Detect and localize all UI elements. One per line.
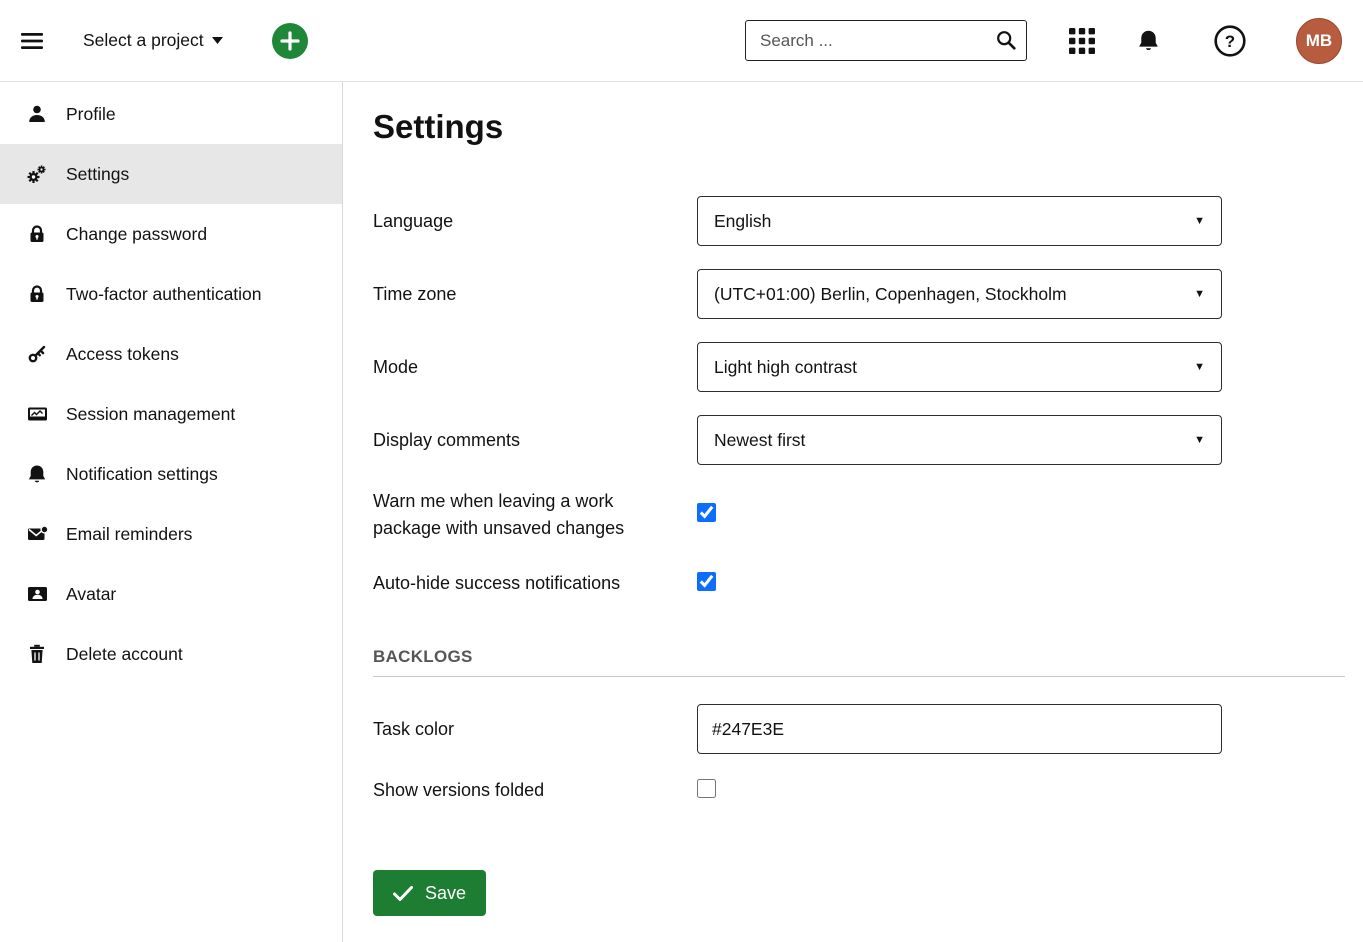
project-selector[interactable]: Select a project — [83, 30, 223, 51]
language-label: Language — [373, 208, 697, 235]
task-color-label: Task color — [373, 716, 697, 743]
sidebar-item-access-tokens[interactable]: Access tokens — [0, 324, 342, 384]
sidebar-item-profile[interactable]: Profile — [0, 84, 342, 144]
email-icon — [25, 524, 49, 544]
sidebar-item-label: Email reminders — [66, 524, 192, 545]
sidebar-item-change-password[interactable]: Change password — [0, 204, 342, 264]
warn-unsaved-checkbox[interactable] — [697, 503, 716, 522]
save-button-label: Save — [425, 883, 466, 904]
task-color-row: Task color — [373, 704, 1345, 754]
sidebar-item-two-factor-authentication[interactable]: Two-factor authentication — [0, 264, 342, 324]
mode-select-value: Light high contrast — [714, 357, 857, 378]
chevron-down-icon: ▼ — [1194, 288, 1205, 300]
sidebar-item-label: Avatar — [66, 584, 116, 605]
timezone-row: Time zone (UTC+01:00) Berlin, Copenhagen… — [373, 269, 1345, 319]
question-icon: ? — [1214, 25, 1246, 57]
display-comments-select-value: Newest first — [714, 430, 805, 451]
language-select[interactable]: English ▼ — [697, 196, 1222, 246]
sidebar-item-label: Two-factor authentication — [66, 284, 262, 305]
project-selector-label: Select a project — [83, 30, 204, 51]
search-icon[interactable] — [996, 30, 1016, 50]
hamburger-icon — [21, 32, 43, 50]
mode-label: Mode — [373, 354, 697, 381]
sidebar-item-label: Change password — [66, 224, 207, 245]
mode-row: Mode Light high contrast ▼ — [373, 342, 1345, 392]
display-comments-select[interactable]: Newest first ▼ — [697, 415, 1222, 465]
user-avatar[interactable]: MB — [1296, 18, 1342, 64]
sidebar-item-delete-account[interactable]: Delete account — [0, 624, 342, 684]
mode-select[interactable]: Light high contrast ▼ — [697, 342, 1222, 392]
warn-unsaved-label: Warn me when leaving a work package with… — [373, 488, 697, 542]
content-layout: Profile — [0, 82, 1363, 942]
bell-icon — [1137, 29, 1160, 53]
page-title: Settings — [373, 108, 1345, 146]
chevron-down-icon — [212, 37, 223, 44]
apps-grid-button[interactable] — [1069, 28, 1095, 54]
user-icon — [25, 104, 49, 124]
save-button[interactable]: Save — [373, 870, 486, 916]
language-row: Language English ▼ — [373, 196, 1345, 246]
task-color-input[interactable] — [697, 704, 1222, 754]
sidebar-item-session-management[interactable]: Session management — [0, 384, 342, 444]
show-versions-folded-label: Show versions folded — [373, 777, 697, 804]
sidebar-item-avatar[interactable]: Avatar — [0, 564, 342, 624]
backlogs-heading: BACKLOGS — [373, 647, 1345, 667]
trash-icon — [25, 644, 49, 664]
svg-text:?: ? — [1225, 32, 1235, 51]
notifications-button[interactable] — [1137, 29, 1160, 53]
topbar: Select a project — [0, 0, 1363, 82]
add-button[interactable] — [271, 22, 309, 60]
account-sidebar: Profile — [0, 82, 343, 942]
bell-icon — [25, 464, 49, 485]
sidebar-item-label: Delete account — [66, 644, 183, 665]
chevron-down-icon: ▼ — [1194, 434, 1205, 446]
autohide-success-label: Auto-hide success notifications — [373, 570, 697, 597]
autohide-success-row: Auto-hide success notifications — [373, 570, 1345, 597]
help-button[interactable]: ? — [1214, 25, 1246, 57]
sidebar-item-label: Notification settings — [66, 464, 218, 485]
menu-button[interactable] — [21, 32, 43, 50]
image-icon — [25, 584, 49, 604]
sidebar-item-label: Access tokens — [66, 344, 179, 365]
language-select-value: English — [714, 211, 771, 232]
warn-unsaved-row: Warn me when leaving a work package with… — [373, 488, 1345, 542]
show-versions-folded-checkbox[interactable] — [697, 779, 716, 798]
sidebar-item-label: Session management — [66, 404, 235, 425]
sidebar-item-notification-settings[interactable]: Notification settings — [0, 444, 342, 504]
backlogs-divider — [373, 676, 1345, 677]
two-factor-lock-icon — [25, 284, 49, 304]
search-input[interactable] — [745, 20, 1027, 61]
display-comments-row: Display comments Newest first ▼ — [373, 415, 1345, 465]
sidebar-item-email-reminders[interactable]: Email reminders — [0, 504, 342, 564]
timezone-label: Time zone — [373, 281, 697, 308]
chevron-down-icon: ▼ — [1194, 361, 1205, 373]
grid-icon — [1069, 28, 1095, 54]
show-versions-folded-row: Show versions folded — [373, 777, 1345, 804]
search-box — [745, 20, 1027, 61]
sidebar-item-label: Settings — [66, 164, 129, 185]
chevron-down-icon: ▼ — [1194, 215, 1205, 227]
screen-icon — [25, 404, 49, 424]
key-icon — [25, 344, 49, 364]
sidebar-item-label: Profile — [66, 104, 116, 125]
gears-icon — [25, 163, 49, 185]
autohide-success-checkbox[interactable] — [697, 572, 716, 591]
timezone-select[interactable]: (UTC+01:00) Berlin, Copenhagen, Stockhol… — [697, 269, 1222, 319]
timezone-select-value: (UTC+01:00) Berlin, Copenhagen, Stockhol… — [714, 284, 1067, 305]
settings-panel: Settings Language English ▼ Time zone (U… — [343, 82, 1363, 942]
plus-icon — [271, 22, 309, 60]
display-comments-label: Display comments — [373, 427, 697, 454]
lock-icon — [25, 224, 49, 244]
check-icon — [393, 886, 413, 901]
sidebar-item-settings[interactable]: Settings — [0, 144, 342, 204]
